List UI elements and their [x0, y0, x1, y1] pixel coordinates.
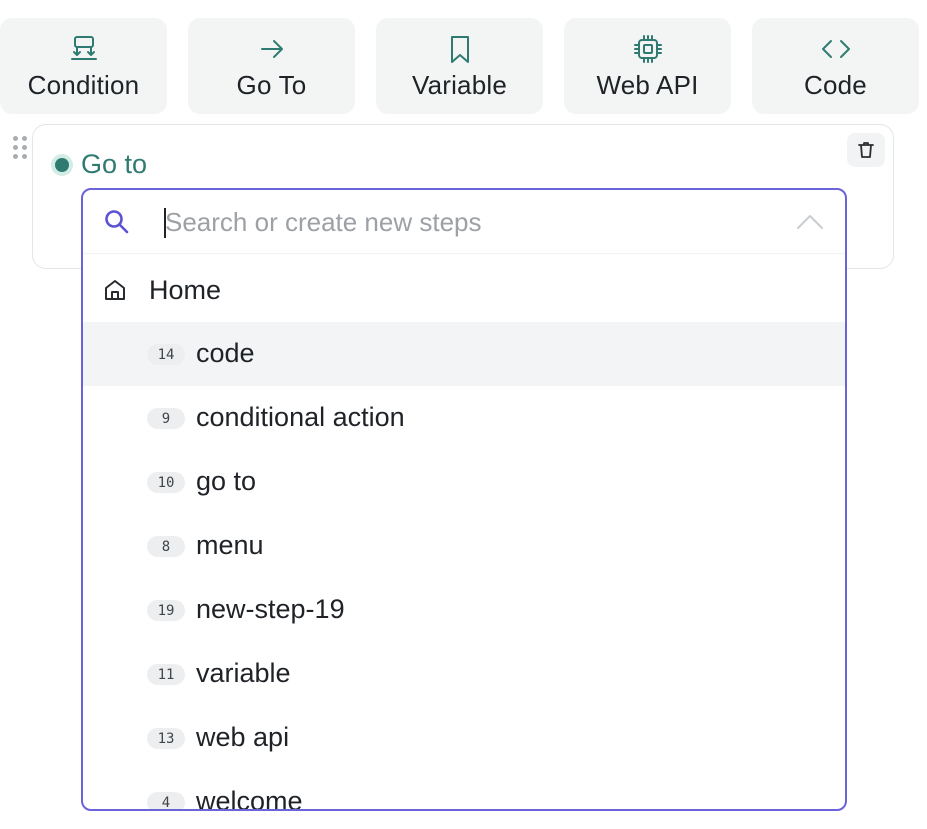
- home-option[interactable]: Home: [83, 258, 845, 322]
- step-label: go to: [196, 466, 257, 496]
- step-number-badge: 13: [147, 728, 185, 749]
- web-api-label: Web API: [596, 70, 699, 100]
- code-brackets-icon: [819, 32, 853, 66]
- home-label: Home: [149, 275, 222, 305]
- step-number-badge: 19: [147, 600, 185, 621]
- condition-button[interactable]: Condition: [0, 18, 167, 114]
- code-label: Code: [804, 70, 867, 100]
- condition-label: Condition: [27, 70, 140, 100]
- search-row: [83, 190, 845, 254]
- list-item[interactable]: 10 go to: [83, 450, 845, 514]
- web-api-button[interactable]: Web API: [564, 18, 731, 114]
- search-input[interactable]: [165, 202, 765, 242]
- list-item[interactable]: 19 new-step-19: [83, 578, 845, 642]
- step-editor: Condition Go To Variable Web API Code Go…: [0, 0, 927, 829]
- list-item[interactable]: 4 welcome: [83, 770, 845, 811]
- code-button[interactable]: Code: [752, 18, 919, 114]
- cpu-chip-icon: [631, 32, 665, 66]
- trash-icon: [858, 142, 874, 158]
- step-label: conditional action: [196, 402, 405, 432]
- arrow-right-icon: [255, 32, 289, 66]
- step-type-toolbar: Condition Go To Variable Web API Code: [0, 18, 927, 114]
- chevron-up-icon[interactable]: [795, 212, 825, 232]
- step-number-badge: 11: [147, 664, 185, 685]
- step-title: Go to: [55, 149, 147, 180]
- step-label: new-step-19: [196, 594, 345, 624]
- list-item[interactable]: 11 variable: [83, 642, 845, 706]
- go-to-button[interactable]: Go To: [188, 18, 355, 114]
- list-item[interactable]: 9 conditional action: [83, 386, 845, 450]
- step-number-badge: 9: [147, 408, 185, 429]
- condition-icon: [67, 32, 101, 66]
- step-label: web api: [196, 722, 290, 752]
- step-number-badge: 4: [147, 792, 185, 809]
- step-number-badge: 8: [147, 536, 185, 557]
- step-label: menu: [196, 530, 264, 560]
- step-list: 14 code 9 conditional action 10 go to 8 …: [83, 322, 845, 811]
- step-title-text: Go to: [81, 149, 148, 179]
- list-item[interactable]: 8 menu: [83, 514, 845, 578]
- home-icon: [102, 277, 128, 303]
- drag-handle-icon[interactable]: [13, 136, 29, 162]
- step-label: code: [196, 338, 255, 368]
- status-dot-icon: [55, 157, 69, 172]
- search-icon: [103, 208, 131, 236]
- list-item[interactable]: 14 code: [83, 322, 845, 386]
- step-number-badge: 14: [147, 344, 185, 365]
- step-select-dropdown: Home 14 code 9 conditional action 10 go …: [81, 188, 847, 811]
- bookmark-icon: [443, 32, 477, 66]
- variable-button[interactable]: Variable: [376, 18, 543, 114]
- go-to-label: Go To: [236, 70, 307, 100]
- delete-step-button[interactable]: [847, 133, 885, 167]
- step-number-badge: 10: [147, 472, 185, 493]
- variable-label: Variable: [411, 70, 508, 100]
- step-label: variable: [196, 658, 291, 688]
- step-label: welcome: [196, 786, 303, 811]
- list-item[interactable]: 13 web api: [83, 706, 845, 770]
